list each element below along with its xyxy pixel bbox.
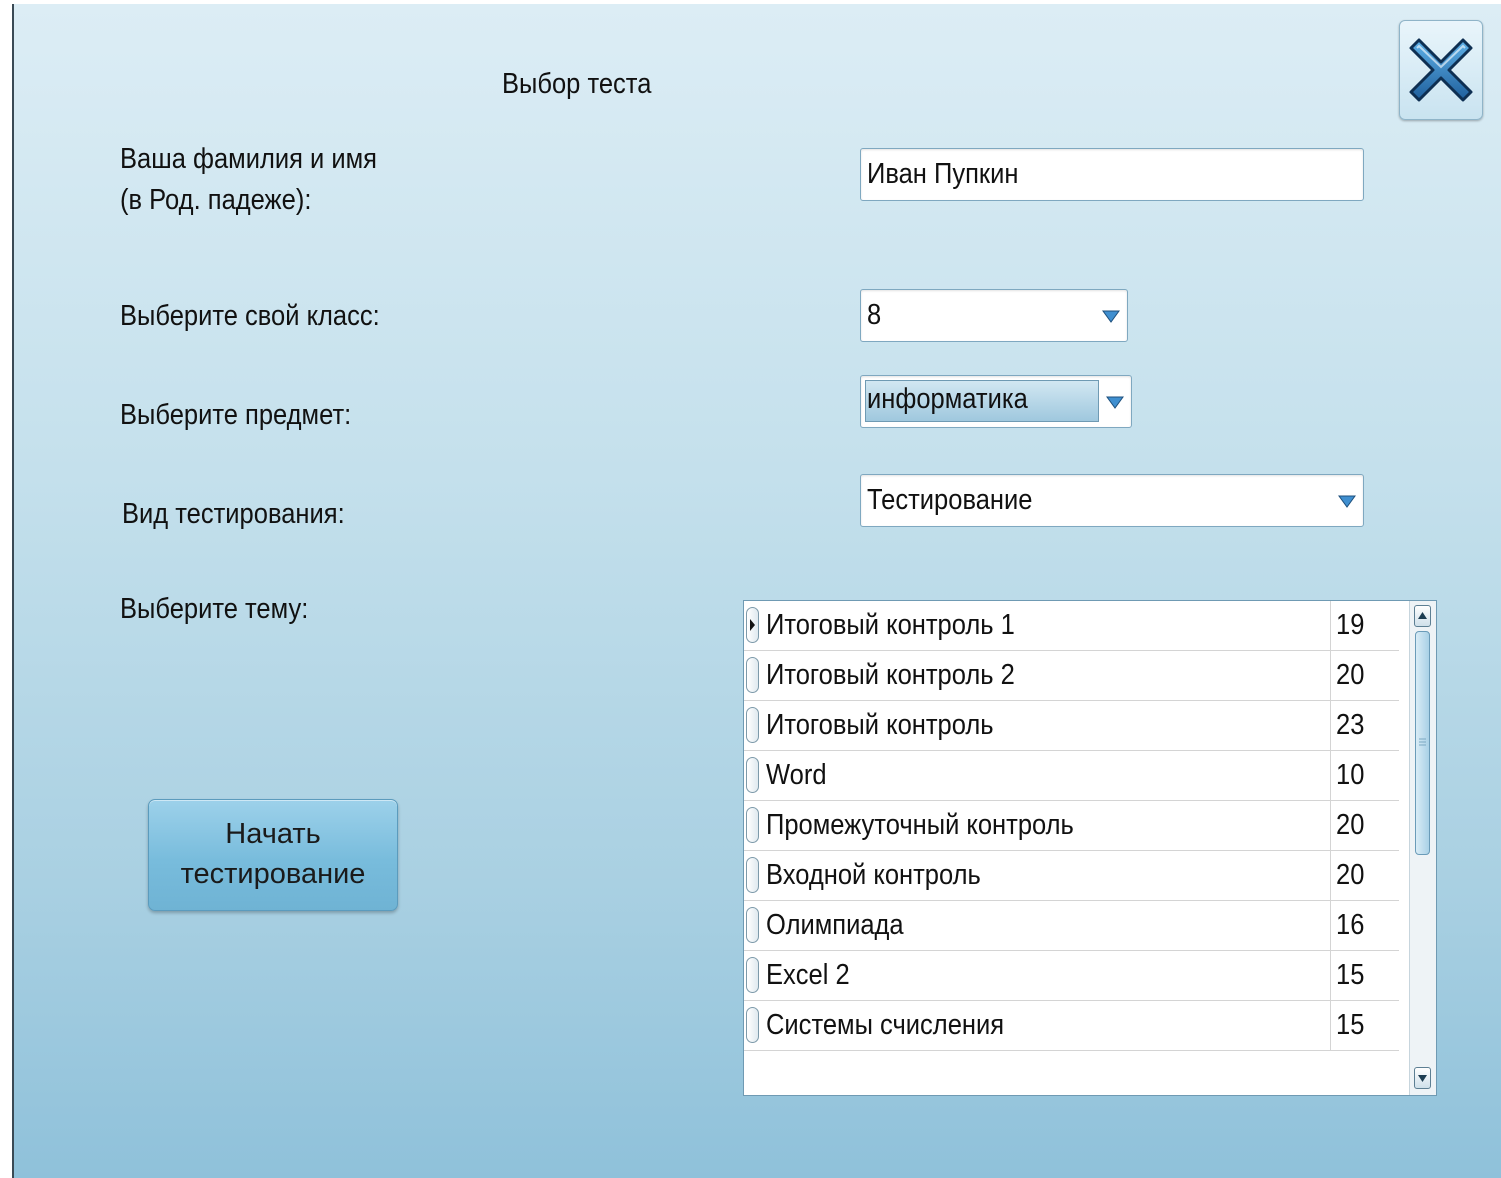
topic-count: 16 (1336, 909, 1365, 941)
subject-select[interactable]: информатика (860, 375, 1132, 428)
test-type-select-value: Тестирование (867, 484, 1033, 516)
chevron-down-icon (1106, 396, 1124, 409)
column-divider (1330, 651, 1331, 700)
table-row[interactable]: Промежуточный контроль 20 (744, 801, 1399, 851)
name-label-line2: (в Род. падеже): (120, 184, 312, 216)
column-divider (1330, 851, 1331, 900)
topics-table[interactable]: Итоговый контроль 1 19 Итоговый контроль… (743, 600, 1437, 1096)
row-selector-icon (746, 707, 759, 743)
column-divider (1330, 1001, 1331, 1050)
name-input[interactable]: Иван Пупкин (860, 148, 1364, 201)
topic-name: Олимпиада (766, 909, 904, 941)
table-row[interactable]: Word 10 (744, 751, 1399, 801)
window-title: Выбор теста (502, 68, 652, 100)
class-label: Выберите свой класс: (120, 300, 380, 332)
class-select-value: 8 (867, 299, 882, 331)
row-selector-icon (746, 657, 759, 693)
topic-name: Excel 2 (766, 959, 850, 991)
row-selector-icon (746, 757, 759, 793)
table-row[interactable]: Системы счисления 15 (744, 1001, 1399, 1051)
subject-label: Выберите предмет: (120, 399, 352, 431)
column-divider (1330, 701, 1331, 750)
table-row[interactable]: Итоговый контроль 23 (744, 701, 1399, 751)
row-selector-icon (746, 807, 759, 843)
vertical-scrollbar[interactable] (1409, 601, 1436, 1095)
column-divider (1330, 751, 1331, 800)
row-selector-icon (746, 1007, 759, 1043)
test-type-select[interactable]: Тестирование (860, 474, 1364, 527)
topic-label: Выберите тему: (120, 593, 309, 625)
scroll-up-button[interactable] (1414, 605, 1431, 627)
topic-name: Промежуточный контроль (766, 809, 1074, 841)
scroll-down-button[interactable] (1414, 1067, 1431, 1089)
chevron-up-icon (1418, 612, 1427, 619)
row-selector-icon (746, 957, 759, 993)
topic-name: Итоговый контроль 1 (766, 609, 1015, 641)
table-row[interactable]: Входной контроль 20 (744, 851, 1399, 901)
topic-count: 10 (1336, 759, 1365, 791)
topic-count: 20 (1336, 659, 1365, 691)
topic-count: 15 (1336, 1009, 1365, 1041)
table-row[interactable]: Excel 2 15 (744, 951, 1399, 1001)
start-button-line2: тестирование (180, 858, 366, 890)
topic-name: Итоговый контроль 2 (766, 659, 1015, 691)
row-selector-icon (746, 907, 759, 943)
row-selector-icon (746, 607, 759, 643)
table-row[interactable]: Олимпиада 16 (744, 901, 1399, 951)
start-button-line1: Начать (225, 818, 321, 850)
topic-name: Входной контроль (766, 859, 981, 891)
column-divider (1330, 951, 1331, 1000)
name-label-line1: Ваша фамилия и имя (120, 143, 377, 175)
close-button[interactable] (1399, 20, 1483, 120)
test-type-label: Вид тестирования: (122, 498, 345, 530)
topic-name: Итоговый контроль (766, 709, 994, 741)
column-divider (1330, 801, 1331, 850)
column-divider (1330, 601, 1331, 650)
topic-name: Word (766, 759, 827, 791)
topic-count: 20 (1336, 809, 1365, 841)
subject-select-value: информатика (867, 383, 1028, 415)
test-selection-window: Выбор теста Ваша фамилия и имя (в Род. п… (12, 4, 1501, 1178)
table-row[interactable]: Итоговый контроль 1 19 (744, 601, 1399, 651)
topic-count: 15 (1336, 959, 1365, 991)
start-test-button[interactable]: Начать тестирование (148, 799, 398, 911)
name-input-value: Иван Пупкин (867, 158, 1019, 190)
chevron-down-icon (1338, 495, 1356, 508)
chevron-down-icon (1418, 1075, 1427, 1082)
grip-icon (1419, 738, 1426, 746)
screen-edge (0, 0, 12, 1178)
close-x-icon (1409, 38, 1473, 102)
topic-count: 23 (1336, 709, 1365, 741)
topic-count: 19 (1336, 609, 1365, 641)
topic-name: Системы счисления (766, 1009, 1005, 1041)
chevron-down-icon (1102, 310, 1120, 323)
row-selector-icon (746, 857, 759, 893)
column-divider (1330, 901, 1331, 950)
table-row[interactable]: Итоговый контроль 2 20 (744, 651, 1399, 701)
scroll-thumb[interactable] (1415, 631, 1430, 855)
topic-count: 20 (1336, 859, 1365, 891)
class-select[interactable]: 8 (860, 289, 1128, 342)
